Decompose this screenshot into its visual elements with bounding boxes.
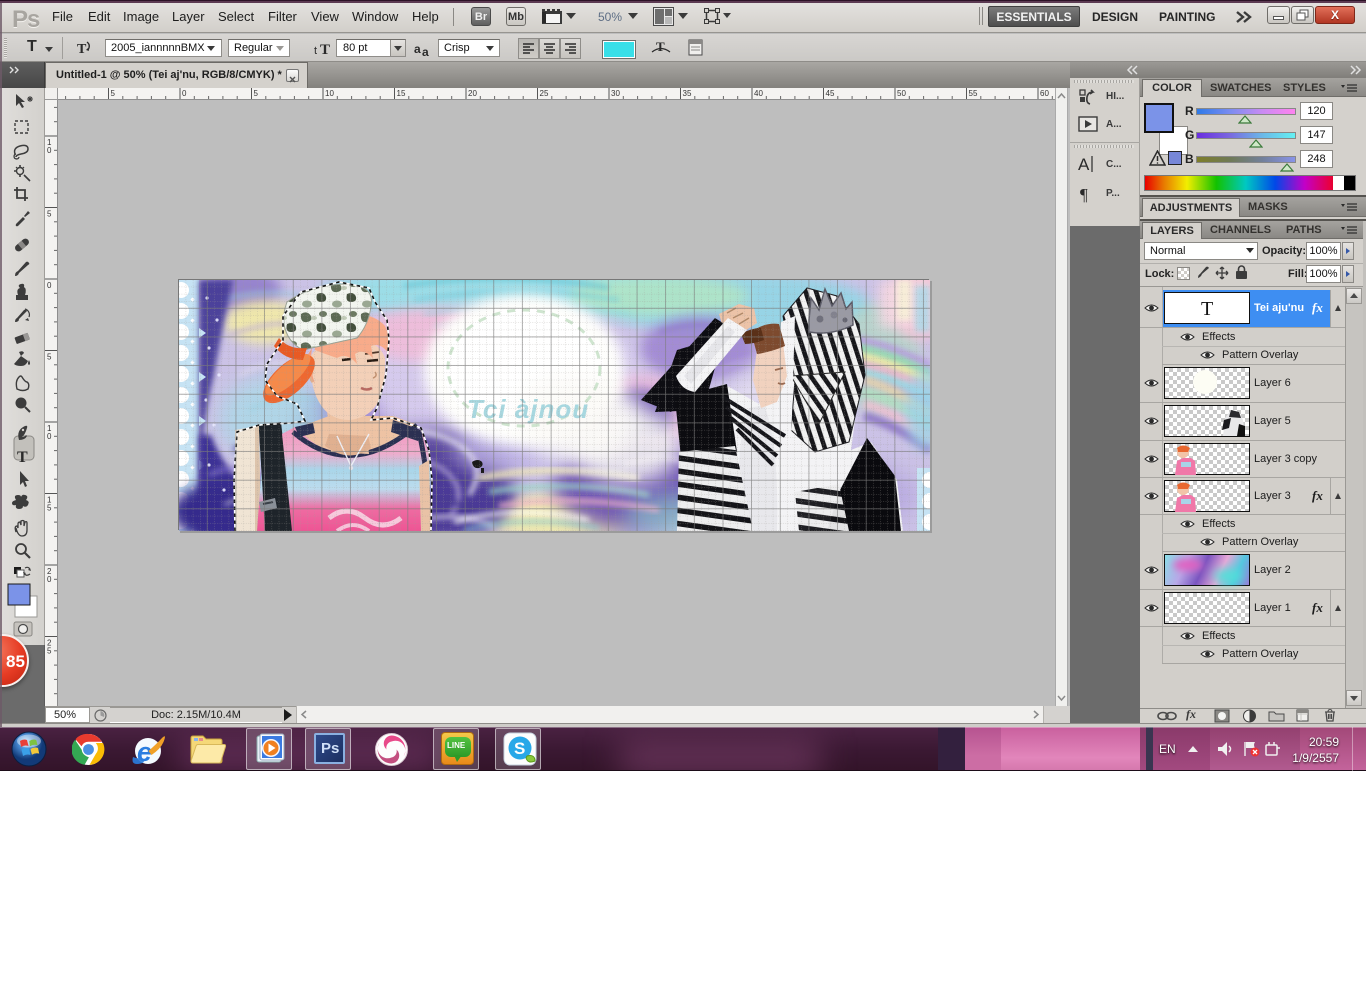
svg-text:0: 0 bbox=[182, 89, 187, 98]
svg-text:5: 5 bbox=[47, 353, 52, 362]
svg-text:t: t bbox=[314, 45, 317, 57]
svg-text:25: 25 bbox=[540, 89, 549, 98]
svg-text:5: 5 bbox=[47, 647, 52, 656]
svg-text:0: 0 bbox=[47, 432, 52, 441]
svg-text:30: 30 bbox=[611, 89, 620, 98]
svg-text:T: T bbox=[656, 39, 665, 54]
svg-text:¶: ¶ bbox=[1080, 185, 1088, 204]
svg-text:S: S bbox=[514, 739, 525, 758]
svg-text:50: 50 bbox=[897, 89, 906, 98]
svg-text:a: a bbox=[414, 42, 421, 56]
svg-text:45: 45 bbox=[826, 89, 835, 98]
svg-text:0: 0 bbox=[47, 281, 52, 290]
svg-text:A: A bbox=[1078, 155, 1090, 174]
svg-text:a: a bbox=[422, 45, 429, 57]
svg-text:T: T bbox=[17, 449, 28, 466]
svg-text:15: 15 bbox=[397, 89, 406, 98]
svg-text:40: 40 bbox=[754, 89, 763, 98]
svg-text:5: 5 bbox=[254, 89, 259, 98]
svg-text:35: 35 bbox=[683, 89, 692, 98]
svg-text:5: 5 bbox=[47, 210, 52, 219]
svg-text:10: 10 bbox=[325, 89, 334, 98]
svg-text:5: 5 bbox=[47, 504, 52, 513]
svg-text:5: 5 bbox=[111, 89, 116, 98]
svg-text:0: 0 bbox=[47, 146, 52, 155]
svg-text:20: 20 bbox=[468, 89, 477, 98]
svg-text:55: 55 bbox=[969, 89, 978, 98]
svg-text:0: 0 bbox=[47, 575, 52, 584]
svg-text:T: T bbox=[77, 42, 87, 57]
svg-text:T: T bbox=[320, 42, 330, 57]
svg-text:60: 60 bbox=[1040, 89, 1049, 98]
